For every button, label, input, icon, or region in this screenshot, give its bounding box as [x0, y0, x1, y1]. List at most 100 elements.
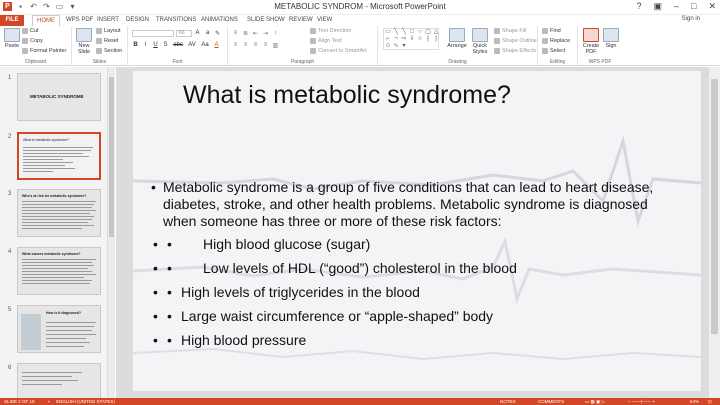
fit-slide-icon[interactable]: ⊡ — [708, 398, 712, 405]
format-painter-button[interactable]: Format Painter — [22, 48, 66, 54]
slide-scrollbar[interactable] — [708, 67, 720, 398]
decrease-indent-icon[interactable]: ⇤ — [252, 30, 259, 37]
new-slide-button[interactable]: New Slide — [75, 28, 93, 55]
list-item[interactable]: • • Low levels of HDL (“good”) cholesterol… — [153, 260, 517, 276]
convert-smartart-button[interactable]: Convert to SmartArt — [310, 48, 367, 54]
sign-in-link[interactable]: Sign in — [682, 16, 700, 22]
ribbon-display-icon[interactable]: ▣ — [653, 1, 662, 12]
scrollbar-thumb[interactable] — [711, 79, 718, 334]
columns-icon[interactable]: ▥ — [272, 42, 279, 49]
tab-design[interactable]: DESIGN — [122, 15, 153, 26]
sign-button[interactable]: Sign — [602, 28, 620, 49]
clear-format-icon[interactable]: ✎ — [214, 30, 221, 37]
create-pdf-button[interactable]: Create PDF — [581, 28, 601, 55]
shapes-gallery[interactable]: ▭ ╲ ╲ □ ○ ▢ △ ⌐ ¬ ⇨ ⇩ ☆{} ✩ ∿ ▾ — [383, 28, 439, 50]
tab-file[interactable]: FILE — [0, 15, 24, 26]
paste-button[interactable]: Paste — [3, 28, 21, 49]
thumbnail-scrollbar[interactable] — [108, 67, 115, 398]
slide-thumbnail-1[interactable]: METABOLIC SYNDROME — [17, 73, 101, 121]
find-button[interactable]: Find — [542, 28, 561, 34]
shadow-button[interactable]: S — [162, 42, 169, 48]
zoom-level[interactable]: 54% — [690, 398, 699, 405]
align-center-icon[interactable]: ≡ — [242, 42, 249, 49]
shape-fill-button[interactable]: Shape Fill — [494, 28, 526, 34]
layout-button[interactable]: Layout — [96, 28, 121, 34]
align-text-button[interactable]: Align Text — [310, 38, 342, 44]
section-button[interactable]: Section — [96, 48, 122, 54]
close-button[interactable]: ✕ — [708, 1, 716, 12]
align-left-icon[interactable]: ≡ — [232, 42, 239, 49]
numbering-icon[interactable]: ≣ — [242, 30, 249, 37]
triangle-shape-icon[interactable]: △ — [432, 29, 440, 36]
list-item[interactable]: • • High blood glucose (sugar) — [153, 236, 370, 252]
spellcheck-icon[interactable]: ▪ — [48, 398, 50, 405]
reset-button[interactable]: Reset — [96, 38, 118, 44]
line-shape-icon[interactable]: ╲ — [400, 29, 408, 36]
list-item[interactable]: • • Large waist circumference or “apple-sh… — [153, 308, 493, 324]
language-indicator[interactable]: ENGLISH (UNITED STATES) — [56, 398, 115, 405]
tab-slide-show[interactable]: SLIDE SHOW — [243, 15, 289, 26]
tab-animations[interactable]: ANIMATIONS — [197, 15, 242, 26]
star-shape-icon[interactable]: ✩ — [384, 43, 392, 50]
font-size-combo[interactable]: 66 — [176, 30, 192, 37]
tab-insert[interactable]: INSERT — [93, 15, 123, 26]
star-shape-icon[interactable]: ☆ — [416, 36, 424, 43]
grow-font-icon[interactable]: A — [194, 30, 201, 37]
curve-shape-icon[interactable]: ∿ — [392, 43, 400, 50]
line-shape-icon[interactable]: ╲ — [392, 29, 400, 36]
rounded-rect-shape-icon[interactable]: ▢ — [424, 29, 432, 36]
text-direction-button[interactable]: Text Direction — [310, 28, 351, 34]
shape-outline-button[interactable]: Shape Outline — [494, 38, 537, 44]
shrink-font-icon[interactable]: a — [204, 30, 211, 37]
brace-shape-icon[interactable]: { — [424, 36, 432, 43]
char-spacing-button[interactable]: AV — [187, 42, 197, 48]
arrow-shape-icon[interactable]: ⇩ — [408, 36, 416, 43]
slide-body-text[interactable]: • Metabolic syndrome is a group of five … — [151, 179, 683, 230]
zoom-slider[interactable]: – ——|—— + — [628, 398, 655, 405]
tab-transitions[interactable]: TRANSITIONS — [152, 15, 200, 26]
list-item[interactable]: • • High blood pressure — [153, 332, 306, 348]
tab-view[interactable]: VIEW — [313, 15, 336, 26]
current-slide[interactable]: What is metabolic syndrome? • Metabolic … — [133, 71, 701, 391]
underline-button[interactable]: U — [152, 42, 159, 48]
more-shapes-icon[interactable]: ▾ — [400, 43, 408, 50]
tab-home[interactable]: HOME — [32, 15, 60, 26]
list-item[interactable]: • • High levels of triglycerides in the bl… — [153, 284, 420, 300]
bullets-icon[interactable]: ≡ — [232, 30, 239, 37]
slide-thumbnail-6[interactable] — [17, 363, 101, 398]
oval-shape-icon[interactable]: ○ — [416, 29, 424, 36]
slide-thumbnail-4[interactable]: What causes metabolic syndrome? — [17, 247, 101, 295]
font-color-button[interactable]: A — [213, 42, 220, 48]
select-button[interactable]: Select — [542, 48, 565, 54]
line-spacing-icon[interactable]: ↕ — [272, 30, 279, 37]
slide-thumbnail-3[interactable]: Who's at risk for metabolic syndrome? — [17, 189, 101, 237]
italic-button[interactable]: I — [142, 42, 149, 48]
change-case-button[interactable]: Aa — [200, 42, 210, 48]
connector-shape-icon[interactable]: ¬ — [392, 36, 400, 43]
comments-button[interactable]: COMMENTS — [538, 398, 564, 405]
quick-styles-button[interactable]: Quick Styles — [470, 28, 490, 55]
shape-effects-button[interactable]: Shape Effects — [494, 48, 536, 54]
replace-button[interactable]: Replace — [542, 38, 570, 44]
increase-indent-icon[interactable]: ⇥ — [262, 30, 269, 37]
arrow-shape-icon[interactable]: ⇨ — [400, 36, 408, 43]
view-buttons[interactable]: ▭ ▦ ▣ ▷ — [585, 398, 605, 405]
justify-icon[interactable]: ≡ — [262, 42, 269, 49]
font-name-combo[interactable] — [132, 30, 174, 37]
minimize-button[interactable]: – — [674, 1, 679, 12]
brace-shape-icon[interactable]: } — [432, 36, 440, 43]
cut-button[interactable]: Cut — [22, 28, 39, 34]
textbox-shape-icon[interactable]: ▭ — [384, 29, 392, 36]
bold-button[interactable]: B — [132, 42, 139, 48]
slide-thumbnail-5[interactable]: How is it diagnosed? — [17, 305, 101, 353]
strikethrough-button[interactable]: abc — [172, 42, 184, 48]
rectangle-shape-icon[interactable]: □ — [408, 29, 416, 36]
tab-review[interactable]: REVIEW — [285, 15, 317, 26]
help-button[interactable]: ? — [636, 1, 641, 12]
arrange-button[interactable]: Arrange — [446, 28, 468, 49]
maximize-button[interactable]: □ — [691, 1, 696, 12]
copy-button[interactable]: Copy — [22, 38, 43, 44]
connector-shape-icon[interactable]: ⌐ — [384, 36, 392, 43]
notes-button[interactable]: NOTES — [500, 398, 516, 405]
slide-thumbnail-2[interactable]: What is metabolic syndrome? — [17, 132, 101, 180]
